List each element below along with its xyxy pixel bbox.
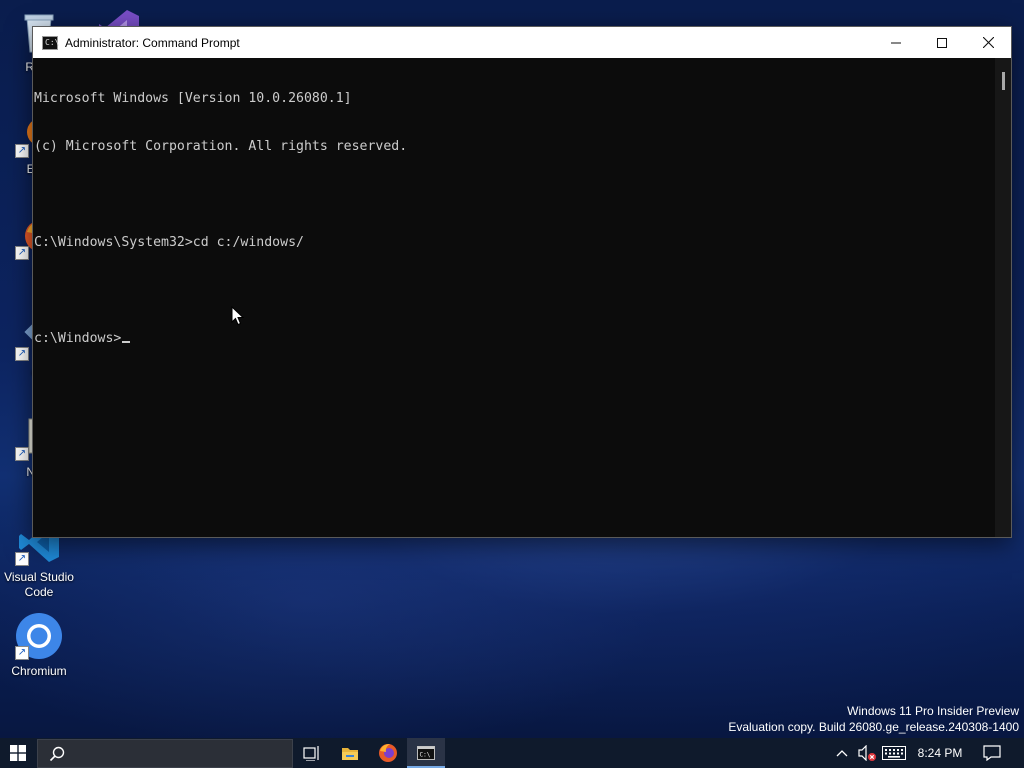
volume-muted-icon	[858, 745, 876, 761]
file-explorer-icon	[342, 747, 358, 760]
taskbar-command-prompt[interactable]: C:\	[407, 738, 445, 768]
command-prompt-icon: C:\	[417, 746, 435, 760]
search-icon	[49, 746, 65, 762]
taskbar-firefox[interactable]	[369, 738, 407, 768]
desktop-icon-chromium[interactable]: ↗ Chromium	[0, 612, 78, 679]
maximize-button[interactable]	[919, 27, 965, 58]
task-view-icon	[303, 746, 319, 761]
firefox-icon	[379, 744, 397, 762]
shortcut-arrow-icon: ↗	[15, 646, 29, 660]
desktop-icon-label: Chromium	[11, 664, 67, 678]
minimize-button[interactable]	[873, 27, 919, 58]
console-prompt-line[interactable]: c:\Windows>	[34, 331, 995, 347]
taskbar-file-explorer[interactable]	[331, 738, 369, 768]
search-input[interactable]	[78, 744, 278, 764]
notification-icon	[983, 745, 1001, 761]
window-titlebar[interactable]: C:\ Administrator: Command Prompt	[33, 27, 1011, 58]
watermark-edition: Windows 11 Pro Insider Preview	[847, 704, 1019, 718]
console-prompt: c:\Windows>	[34, 331, 122, 346]
keyboard-icon	[882, 746, 906, 760]
desktop-icon-label: Visual Studio Code	[4, 570, 74, 599]
shortcut-arrow-icon: ↗	[15, 552, 29, 566]
start-button[interactable]	[0, 738, 36, 768]
console-output[interactable]: Microsoft Windows [Version 10.0.26080.1]…	[33, 58, 995, 537]
minimize-icon	[891, 42, 901, 43]
close-button[interactable]	[965, 27, 1011, 58]
watermark-build: Evaluation copy. Build 26080.ge_release.…	[728, 720, 1019, 734]
command-prompt-window[interactable]: C:\ Administrator: Command Prompt Micros…	[32, 26, 1012, 538]
show-hidden-icons-button[interactable]	[831, 738, 853, 768]
notification-center-button[interactable]	[978, 738, 1006, 768]
vertical-scrollbar[interactable]	[995, 58, 1011, 537]
shortcut-arrow-icon: ↗	[15, 347, 29, 361]
chromium-icon: ↗	[15, 612, 63, 660]
shortcut-arrow-icon: ↗	[15, 246, 29, 260]
console-line: Microsoft Windows [Version 10.0.26080.1]	[34, 91, 352, 106]
mouse-pointer-icon	[231, 306, 245, 326]
touch-keyboard-button[interactable]	[880, 738, 908, 768]
console-line: (c) Microsoft Corporation. All rights re…	[34, 139, 408, 154]
windows-logo-icon	[10, 745, 26, 761]
scrollbar-thumb[interactable]	[1002, 72, 1005, 90]
window-title: Administrator: Command Prompt	[65, 35, 240, 50]
taskbar: C:\ 8:24 PM	[0, 738, 1024, 768]
shortcut-arrow-icon: ↗	[15, 144, 29, 158]
volume-button[interactable]	[855, 738, 879, 768]
taskbar-task-view[interactable]	[293, 738, 331, 768]
console-line: C:\Windows\System32>cd c:/windows/	[34, 235, 304, 250]
text-cursor	[122, 341, 131, 343]
evaluation-watermark: Windows 11 Pro Insider Preview Evaluatio…	[728, 703, 1019, 735]
maximize-icon	[937, 37, 947, 48]
taskbar-search-box[interactable]	[37, 739, 293, 768]
chevron-up-icon	[836, 750, 848, 757]
shortcut-arrow-icon: ↗	[15, 447, 29, 461]
command-prompt-icon: C:\	[42, 35, 59, 50]
taskbar-clock[interactable]: 8:24 PM	[912, 738, 968, 768]
close-icon	[982, 37, 994, 48]
svg-text:C:\: C:\	[420, 752, 431, 759]
